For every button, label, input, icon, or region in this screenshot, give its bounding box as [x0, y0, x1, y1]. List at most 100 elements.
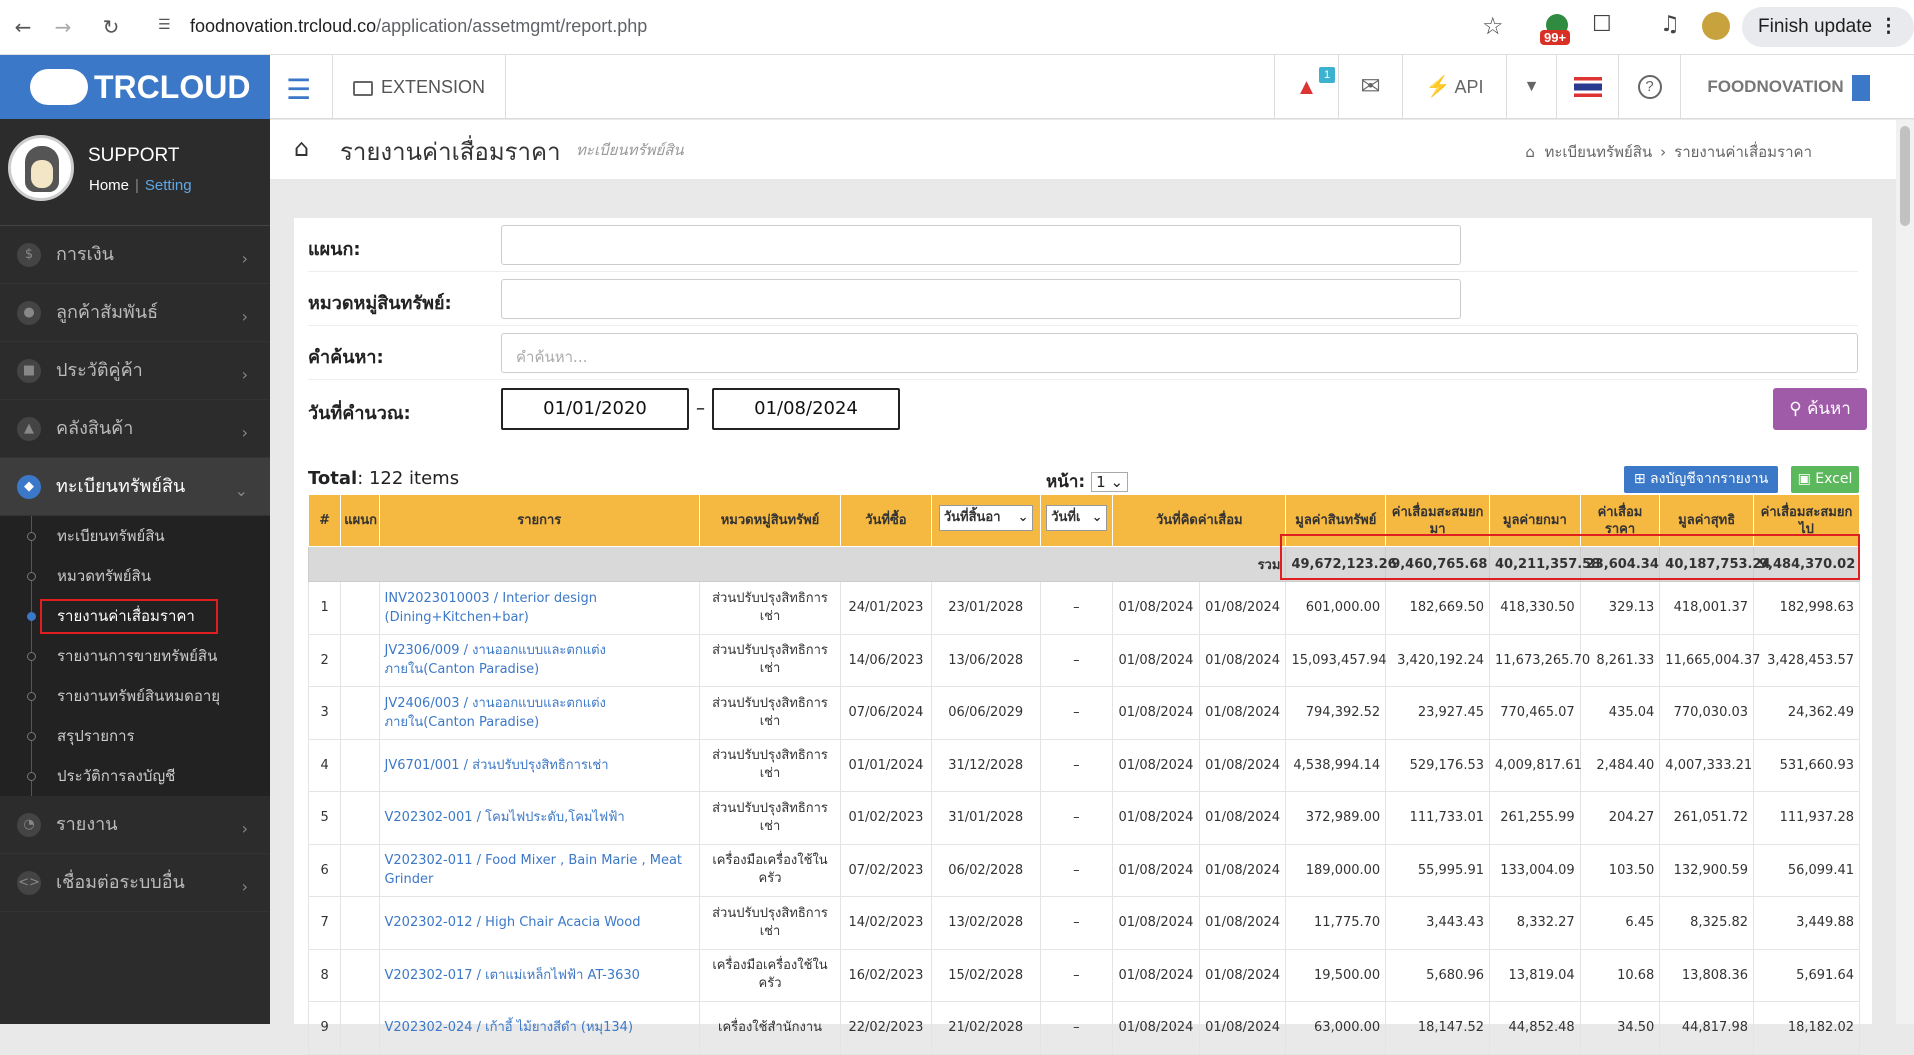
sub-item-posting-history[interactable]: ประวัติการลงบัญชี — [0, 756, 270, 796]
announcement-button[interactable]: ▲ 1 — [1274, 55, 1338, 119]
row-asset-value: 19,500.00 — [1285, 948, 1387, 1002]
setting-link[interactable]: Setting — [145, 177, 192, 194]
profile-avatar[interactable] — [1702, 12, 1730, 40]
sidebar-item-crm[interactable]: ● ลูกค้าสัมพันธ์ › — [0, 284, 270, 342]
url-text[interactable]: foodnovation.trcloud.co/application/asse… — [190, 16, 647, 37]
row-depreciation: 10.68 — [1579, 948, 1661, 1002]
row-accum-dep-cf: 56,099.41 — [1753, 843, 1860, 897]
row-item-link[interactable]: V202302-012 / High Chair Acacia Wood — [378, 896, 700, 950]
finish-update-button[interactable]: Finish update ⋮ — [1742, 7, 1914, 47]
page-scrollbar[interactable] — [1896, 120, 1914, 1024]
post-button-label: ลงบัญชีจากรายงาน — [1650, 471, 1769, 487]
breadcrumb-home-icon[interactable]: ⌂ — [1525, 143, 1535, 161]
caret-down-icon[interactable]: ▼ — [1506, 55, 1556, 119]
row-net-value: 8,325.82 — [1659, 896, 1755, 950]
row-value-bf: 4,009,817.61 — [1489, 738, 1582, 792]
trcloud-logo[interactable]: TRCLOUD — [0, 55, 270, 119]
excel-export-button[interactable]: ▣ Excel — [1791, 466, 1859, 493]
reload-icon[interactable]: ↻ — [98, 14, 124, 40]
total-label: Total — [308, 468, 358, 489]
api-button[interactable]: ⚡ API — [1402, 55, 1506, 119]
sub-item-summary[interactable]: สรุปรายการ — [0, 716, 270, 756]
row-item-link[interactable]: JV2406/003 / งานออกแบบและตกแต่งภายใน(Can… — [378, 686, 700, 740]
date-to-input[interactable]: 01/08/2024 — [712, 388, 900, 430]
cloud-icon — [30, 68, 88, 105]
row-net-value: 770,030.03 — [1659, 686, 1755, 740]
department-select[interactable] — [501, 225, 1461, 265]
row-item-link[interactable]: V202302-017 / เตาแม่เหล็กไฟฟ้า AT-3630 — [378, 948, 700, 1002]
mail-icon[interactable]: ✉ — [1338, 55, 1402, 119]
end-date-select[interactable]: วันที่สิ้นอา ⌄ — [938, 505, 1033, 531]
sidebar-item-assets[interactable]: ◆ ทะเบียนทรัพย์สิน ⌄ — [0, 458, 270, 516]
row-no: 8 — [307, 948, 342, 1002]
row-depreciation: 8,261.33 — [1579, 633, 1661, 687]
help-button[interactable]: ? — [1618, 55, 1680, 119]
col-department: แผนก — [340, 494, 380, 547]
sub-item-asset-sales-report[interactable]: รายงานการขายทรัพย์สิน — [0, 636, 270, 676]
row-no: 6 — [307, 843, 342, 897]
sub-item-label: รายงานทรัพย์สินหมดอายุ — [57, 687, 221, 705]
page-selector: หน้า: 1 ⌄ — [1046, 468, 1129, 495]
date-from-input[interactable]: 01/01/2020 — [501, 388, 689, 430]
language-button[interactable] — [1556, 55, 1618, 119]
row-item-link[interactable]: V202302-024 / เก้าอี้ ไม้ยางสีดำ (หมุ134… — [378, 1001, 700, 1055]
home-icon[interactable]: ⌂ — [294, 134, 309, 162]
post-from-report-button[interactable]: ⊞ ลงบัญชีจากรายงาน — [1624, 466, 1778, 493]
table-row: 1 INV2023010003 / Interior design (Dining… — [307, 581, 1860, 635]
row-dep-date-to: 01/08/2024 — [1198, 633, 1287, 687]
scrollbar-thumb[interactable] — [1900, 126, 1910, 226]
row-end-date: 21/02/2028 — [930, 1001, 1041, 1055]
url-path: /application/assetmgmt/report.php — [376, 16, 648, 36]
thai-flag-icon — [1573, 76, 1602, 97]
row-item-link[interactable]: V202302-011 / Food Mixer , Bain Marie , … — [378, 843, 700, 897]
extension-button[interactable]: EXTENSION — [332, 55, 507, 119]
breadcrumb-item[interactable]: ทะเบียนทรัพย์สิน — [1544, 143, 1652, 161]
row-item-link[interactable]: V202302-001 / โคมไฟประดับ,โคมไฟฟ้า — [378, 791, 700, 845]
site-info-icon[interactable]: ☰ — [158, 17, 176, 35]
extension-frog-icon[interactable]: 99+ — [1540, 12, 1578, 46]
row-item-link[interactable]: INV2023010003 / Interior design (Dining+… — [378, 581, 700, 635]
row-accum-dep-bf: 18,147.52 — [1385, 1001, 1490, 1055]
breadcrumb-item: รายงานค่าเสื่อมราคา — [1674, 143, 1812, 161]
hamburger-menu-icon[interactable]: ☰ — [286, 73, 311, 106]
company-switcher[interactable]: FOODNOVATION — [1680, 55, 1896, 119]
col-depreciation-date: วันที่คิดค่าเสื่อม — [1112, 494, 1287, 547]
sidebar-item-inventory[interactable]: ▲ คลังสินค้า › — [0, 400, 270, 458]
sidebar-item-finance[interactable]: $ การเงิน › — [0, 226, 270, 284]
extensions-puzzle-icon[interactable]: ☐ — [1592, 12, 1612, 37]
row-asset-value: 189,000.00 — [1285, 843, 1387, 897]
sidebar-item-integrations[interactable]: <> เชื่อมต่อระบบอื่น › — [0, 854, 270, 912]
row-item-link[interactable]: JV2306/009 / งานออกแบบและตกแต่งภายใน(Can… — [378, 633, 700, 687]
more-menu-icon[interactable]: ⋮ — [1879, 7, 1898, 47]
media-control-icon[interactable]: ♫ — [1660, 12, 1680, 37]
category-select[interactable] — [501, 279, 1461, 319]
sub-item-asset-register[interactable]: ทะเบียนทรัพย์สิน — [0, 516, 270, 556]
sub-item-label: หมวดทรัพย์สิน — [57, 567, 151, 585]
row-value-bf: 13,819.04 — [1489, 948, 1581, 1002]
forward-icon[interactable]: → — [50, 14, 76, 40]
home-link[interactable]: Home — [89, 177, 129, 194]
row-date-extra: – — [1039, 633, 1114, 687]
chevron-right-icon: › — [241, 249, 248, 268]
page-select[interactable]: 1 ⌄ — [1091, 472, 1129, 492]
row-accum-dep-bf: 3,420,192.24 — [1385, 633, 1490, 687]
search-button[interactable]: ⚲ ค้นหา — [1773, 388, 1867, 430]
row-value-bf: 8,332.27 — [1489, 896, 1581, 950]
money-icon: $ — [17, 243, 41, 267]
sidebar-item-partners[interactable]: ■ ประวัติคู่ค้า › — [0, 342, 270, 400]
row-item-link[interactable]: JV6701/001 / ส่วนปรับปรุงสิทธิการเช่า — [378, 738, 700, 792]
bookmark-star-icon[interactable]: ☆ — [1482, 12, 1504, 40]
back-icon[interactable]: ← — [10, 14, 36, 40]
row-net-value: 13,808.36 — [1659, 948, 1755, 1002]
row-department — [340, 686, 380, 740]
bullet-icon — [27, 572, 36, 581]
sidebar-item-reports[interactable]: ◔ รายงาน › — [0, 796, 270, 854]
search-input[interactable]: คำค้นหา... — [501, 333, 1858, 373]
sub-item-expired-assets-report[interactable]: รายงานทรัพย์สินหมดอายุ — [0, 676, 270, 716]
sub-item-asset-category[interactable]: หมวดทรัพย์สิน — [0, 556, 270, 596]
sub-item-depreciation-report[interactable]: รายงานค่าเสื่อมราคา — [0, 596, 270, 636]
date-extra-select[interactable]: วันที่เ ⌄ — [1046, 505, 1107, 531]
table-row: 4 JV6701/001 / ส่วนปรับปรุงสิทธิการเช่า ส่… — [307, 738, 1860, 792]
row-value-bf: 770,465.07 — [1489, 686, 1581, 740]
avatar — [8, 135, 74, 201]
